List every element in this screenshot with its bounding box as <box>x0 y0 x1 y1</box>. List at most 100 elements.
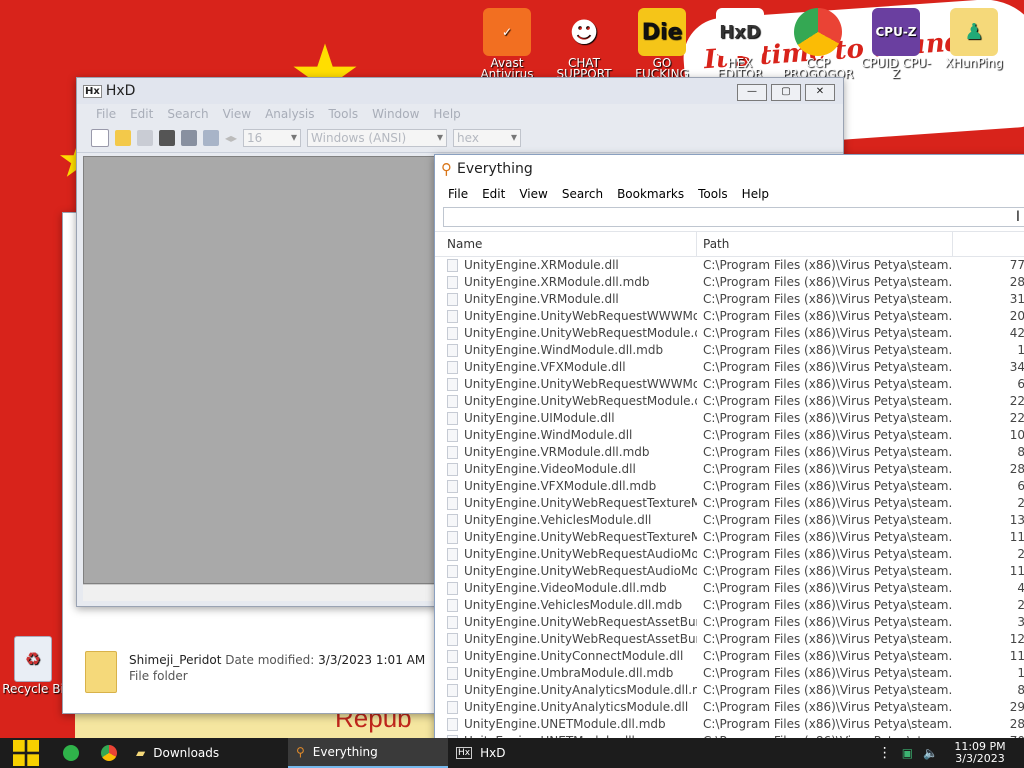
result-row[interactable]: UnityEngine.UnityWebRequestAudioMod... C:… <box>435 563 1024 580</box>
hxd-editor-area[interactable] <box>83 156 437 584</box>
result-row[interactable]: UnityEngine.UnityWebRequestAssetBun... C:… <box>435 631 1024 648</box>
desktop-icon-chat-support[interactable]: ☻ CHAT SUPPORT <box>548 8 620 80</box>
result-row[interactable]: UnityEngine.UnityWebRequestTextureM... C:… <box>435 529 1024 546</box>
ram-icon[interactable] <box>159 130 175 146</box>
result-row[interactable]: UnityEngine.VRModule.dll.mdb C:\Program F… <box>435 444 1024 461</box>
result-size: 28 <box>1009 275 1024 289</box>
start-button[interactable] <box>0 738 52 768</box>
everything-menu-help[interactable]: Help <box>735 187 776 201</box>
disk-icon[interactable] <box>181 130 197 146</box>
result-name-cell: UnityEngine.UnityWebRequestTextureM... <box>435 529 697 546</box>
export-icon[interactable] <box>203 130 219 146</box>
file-icon <box>447 497 458 510</box>
network-icon[interactable]: ▣ <box>902 746 913 760</box>
desktop-icon-recycle-bin[interactable]: ♻ Recycle Bi <box>2 636 64 695</box>
result-row[interactable]: UnityEngine.UnityWebRequestWWWMo... C:\Pr… <box>435 376 1024 393</box>
everything-menu-file[interactable]: File <box>441 187 475 201</box>
hxd-titlebar[interactable]: Hx HxD <box>77 78 843 104</box>
result-row[interactable]: UnityEngine.UnityAnalyticsModule.dll C:\P… <box>435 699 1024 716</box>
offset-base-select[interactable]: hex <box>453 129 522 147</box>
desktop-icon-ccp[interactable]: CCP PROGOGOR <box>782 8 854 80</box>
result-row[interactable]: UnityEngine.UnityConnectModule.dll C:\Pro… <box>435 648 1024 665</box>
column-header-path[interactable]: Path <box>697 232 953 256</box>
result-name-cell: UnityEngine.UnityWebRequestAssetBun... <box>435 614 697 631</box>
result-row[interactable]: UnityEngine.VehiclesModule.dll.mdb C:\Pro… <box>435 597 1024 614</box>
everything-menu-search[interactable]: Search <box>555 187 610 201</box>
hxd-menu-window[interactable]: Window <box>365 107 426 121</box>
charset-select[interactable]: Windows (ANSI) <box>307 129 448 147</box>
result-path: C:\Program Files (x86)\Virus Petya\steam… <box>703 275 953 289</box>
result-path: C:\Program Files (x86)\Virus Petya\steam… <box>703 717 953 731</box>
hxd-menu-tools[interactable]: Tools <box>322 107 366 121</box>
desktop-icon-cpuz[interactable]: CPU-Z CPUID CPU-Z <box>860 8 932 80</box>
result-name: UnityEngine.UnityWebRequestWWWMo... <box>464 377 697 391</box>
everything-menu-tools[interactable]: Tools <box>691 187 735 201</box>
result-row[interactable]: UnityEngine.UnityWebRequestAssetBun... C:… <box>435 614 1024 631</box>
hxd-menu-file[interactable]: File <box>89 107 123 121</box>
result-row[interactable]: UnityEngine.UnityWebRequestWWWMo... C:\Pr… <box>435 308 1024 325</box>
result-row[interactable]: UnityEngine.WindModule.dll.mdb C:\Program… <box>435 342 1024 359</box>
result-size: 2 <box>1017 598 1024 612</box>
explorer-list-item[interactable]: Shimeji_Peridot Date modified: 3/3/2023 … <box>85 651 425 693</box>
column-header-name[interactable]: Name <box>435 232 697 256</box>
close-button[interactable]: ✕ <box>805 84 835 101</box>
file-icon <box>447 582 458 595</box>
desktop-icon-xhunping[interactable]: ♟ XHunPing <box>938 8 1010 69</box>
result-name-cell: UnityEngine.UnityWebRequestTextureM... <box>435 495 697 512</box>
result-row[interactable]: UnityEngine.UnityWebRequestModule.dll C:\… <box>435 325 1024 342</box>
hxd-menu-help[interactable]: Help <box>426 107 467 121</box>
file-icon <box>447 514 458 527</box>
everything-menu-bookmarks[interactable]: Bookmarks <box>610 187 691 201</box>
result-name-cell: UnityEngine.VRModule.dll <box>435 291 697 308</box>
taskbar-pinned-app[interactable] <box>52 738 90 768</box>
new-file-icon[interactable] <box>91 129 109 147</box>
result-row[interactable]: UnityEngine.UnityAnalyticsModule.dll.mdb… <box>435 682 1024 699</box>
result-row[interactable]: UnityEngine.XRModule.dll.mdb C:\Program F… <box>435 274 1024 291</box>
result-path: C:\Program Files (x86)\Virus Petya\steam… <box>703 683 953 697</box>
search-input[interactable] <box>444 208 1024 226</box>
maximize-button[interactable]: ▢ <box>771 84 801 101</box>
hxd-menu-analysis[interactable]: Analysis <box>258 107 321 121</box>
result-row[interactable]: UnityEngine.VideoModule.dll C:\Program Fi… <box>435 461 1024 478</box>
hxd-menu-view[interactable]: View <box>216 107 258 121</box>
open-folder-icon[interactable] <box>115 130 131 146</box>
result-name-cell: UnityEngine.UnityWebRequestModule.dll...… <box>435 393 697 410</box>
results-list: UnityEngine.XRModule.dll C:\Program Files… <box>435 257 1024 750</box>
hxd-menu-search[interactable]: Search <box>160 107 215 121</box>
desktop-icon-avast[interactable]: ✓ Avast Antivirus <box>471 8 543 80</box>
result-name-cell: UnityEngine.UnityWebRequestWWWMo... <box>435 308 697 325</box>
result-row[interactable]: UnityEngine.UNETModule.dll.mdb C:\Program… <box>435 716 1024 733</box>
bytes-per-row-select[interactable]: 16 <box>243 129 302 147</box>
result-row[interactable]: UnityEngine.UnityWebRequestModule.dll...… <box>435 393 1024 410</box>
taskbar-clock[interactable]: 11:09 PM 3/3/2023 <box>948 741 1012 765</box>
desktop-icon-hex-editor[interactable]: HxD HEX EDITOR <box>704 8 776 80</box>
result-row[interactable]: UnityEngine.VFXModule.dll C:\Program File… <box>435 359 1024 376</box>
result-path: C:\Program Files (x86)\Virus Petya\steam… <box>703 292 953 306</box>
result-row[interactable]: UnityEngine.VehiclesModule.dll C:\Program… <box>435 512 1024 529</box>
overflow-menu-icon[interactable]: ⋮ <box>878 745 892 761</box>
taskbar-item-hxd[interactable]: Hx HxD <box>448 738 608 768</box>
hxd-menu-edit[interactable]: Edit <box>123 107 160 121</box>
file-icon <box>447 378 458 391</box>
result-name-cell: UnityEngine.UnityConnectModule.dll <box>435 648 697 665</box>
taskbar-item-everything[interactable]: ⚲ Everything <box>288 738 448 768</box>
result-row[interactable]: UnityEngine.XRModule.dll C:\Program Files… <box>435 257 1024 274</box>
magnifier-icon: ⚲ <box>441 160 452 178</box>
result-row[interactable]: UnityEngine.UnityWebRequestAudioMod... C:… <box>435 546 1024 563</box>
everything-menu-edit[interactable]: Edit <box>475 187 512 201</box>
result-row[interactable]: UnityEngine.VRModule.dll C:\Program Files… <box>435 291 1024 308</box>
minimize-button[interactable]: — <box>737 84 767 101</box>
everything-titlebar[interactable]: ⚲ Everything <box>435 155 1024 183</box>
result-row[interactable]: UnityEngine.UmbraModule.dll.mdb C:\Progra… <box>435 665 1024 682</box>
volume-icon[interactable]: 🔈 <box>923 746 938 760</box>
result-row[interactable]: UnityEngine.VFXModule.dll.mdb C:\Program … <box>435 478 1024 495</box>
result-row[interactable]: UnityEngine.VideoModule.dll.mdb C:\Progra… <box>435 580 1024 597</box>
everything-menu-view[interactable]: View <box>512 187 554 201</box>
taskbar-item-downloads[interactable]: ▰ Downloads <box>128 738 288 768</box>
result-row[interactable]: UnityEngine.WindModule.dll C:\Program Fil… <box>435 427 1024 444</box>
result-row[interactable]: UnityEngine.UnityWebRequestTextureM... C:… <box>435 495 1024 512</box>
taskbar-pinned-chrome[interactable] <box>90 738 128 768</box>
result-path: C:\Program Files (x86)\Virus Petya\steam… <box>703 547 953 561</box>
save-icon[interactable] <box>137 130 153 146</box>
result-row[interactable]: UnityEngine.UIModule.dll C:\Program Files… <box>435 410 1024 427</box>
